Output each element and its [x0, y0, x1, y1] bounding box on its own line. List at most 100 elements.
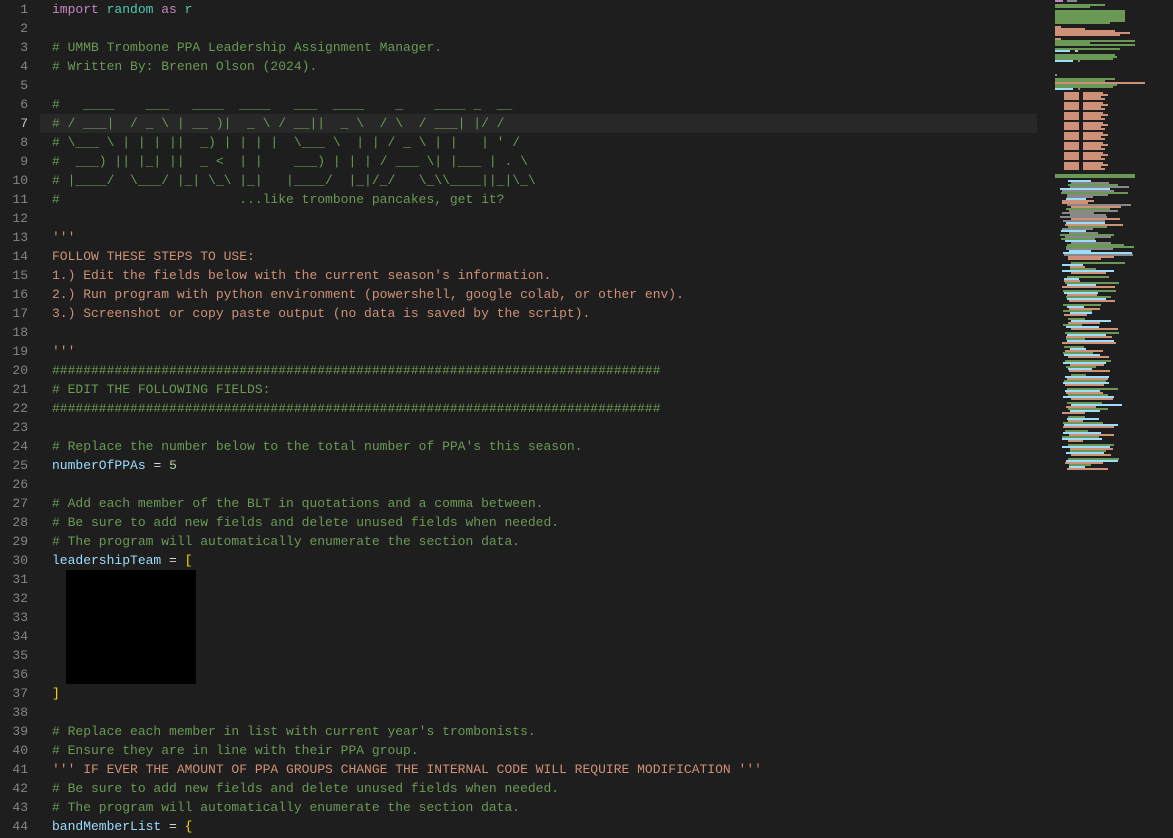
line-number-gutter[interactable]: 1234567891011121314151617181920212223242… [0, 0, 40, 838]
line-number: 5 [0, 76, 28, 95]
code-line[interactable]: ########################################… [52, 399, 1053, 418]
line-number: 8 [0, 133, 28, 152]
code-token: = [169, 819, 177, 834]
code-line[interactable]: FOLLOW THESE STEPS TO USE: [52, 247, 1053, 266]
code-line[interactable]: ''' IF EVER THE AMOUNT OF PPA GROUPS CHA… [52, 760, 1053, 779]
code-token: # Replace the number below to the total … [52, 439, 583, 454]
line-number: 13 [0, 228, 28, 247]
line-number: 23 [0, 418, 28, 437]
code-line[interactable] [52, 646, 1053, 665]
code-line[interactable]: leadershipTeam = [ [52, 551, 1053, 570]
code-line[interactable]: 3.) Screenshot or copy paste output (no … [52, 304, 1053, 323]
line-number: 20 [0, 361, 28, 380]
line-number: 41 [0, 760, 28, 779]
code-line[interactable]: # Add each member of the BLT in quotatio… [52, 494, 1053, 513]
line-number: 15 [0, 266, 28, 285]
code-line[interactable]: bandMemberList = { [52, 817, 1053, 836]
line-number: 18 [0, 323, 28, 342]
code-line[interactable]: # Be sure to add new fields and delete u… [52, 779, 1053, 798]
line-number: 35 [0, 646, 28, 665]
line-number: 40 [0, 741, 28, 760]
code-line[interactable] [52, 627, 1053, 646]
code-line[interactable]: 1.) Edit the fields below with the curre… [52, 266, 1053, 285]
minimap[interactable] [1053, 0, 1173, 838]
code-token: # Written By: Brenen Olson (2024). [52, 59, 317, 74]
code-line[interactable]: # ...like trombone pancakes, get it? [52, 190, 1053, 209]
code-line[interactable] [52, 665, 1053, 684]
code-token: ''' [52, 230, 75, 245]
code-token: # EDIT THE FOLLOWING FIELDS: [52, 382, 270, 397]
line-number: 2 [0, 19, 28, 38]
code-line[interactable]: # \___ \ | | | || _) | | | | \___ \ | | … [52, 133, 1053, 152]
code-line[interactable]: # UMMB Trombone PPA Leadership Assignmen… [52, 38, 1053, 57]
code-line[interactable]: ########################################… [52, 361, 1053, 380]
code-line[interactable]: # Written By: Brenen Olson (2024). [52, 57, 1053, 76]
code-line[interactable]: # The program will automatically enumera… [52, 798, 1053, 817]
code-line[interactable] [52, 418, 1053, 437]
code-content[interactable]: import random as r # UMMB Trombone PPA Le… [40, 0, 1053, 838]
line-number: 27 [0, 494, 28, 513]
code-token: ########################################… [52, 363, 661, 378]
code-token: import [52, 2, 99, 17]
code-line[interactable]: # Ensure they are in line with their PPA… [52, 741, 1053, 760]
line-number: 38 [0, 703, 28, 722]
code-token: # UMMB Trombone PPA Leadership Assignmen… [52, 40, 442, 55]
line-number: 3 [0, 38, 28, 57]
code-line[interactable] [52, 76, 1053, 95]
line-number: 42 [0, 779, 28, 798]
code-token [161, 458, 169, 473]
code-editor: 1234567891011121314151617181920212223242… [0, 0, 1173, 838]
line-number: 21 [0, 380, 28, 399]
line-number: 30 [0, 551, 28, 570]
line-number: 36 [0, 665, 28, 684]
code-line[interactable]: import random as r [52, 0, 1053, 19]
line-number: 37 [0, 684, 28, 703]
code-line[interactable]: ''' [52, 228, 1053, 247]
code-line[interactable]: 2.) Run program with python environment … [52, 285, 1053, 304]
code-token: # / ___| / _ \ | __ )| _ \ / __|| _ \ / … [52, 116, 504, 131]
code-area[interactable]: 1234567891011121314151617181920212223242… [0, 0, 1053, 838]
line-number: 39 [0, 722, 28, 741]
code-token: # |____/ \___/ |_| \_\ |_| |____/ |_|/_/… [52, 173, 536, 188]
code-token: bandMemberList [52, 819, 161, 834]
code-line[interactable] [52, 323, 1053, 342]
line-number: 31 [0, 570, 28, 589]
code-token: # ___) || |_| || _ < | | ___) | | | / __… [52, 154, 528, 169]
line-number: 1 [0, 0, 28, 19]
code-token: { [185, 819, 193, 834]
code-line[interactable] [52, 608, 1053, 627]
code-token: 3.) Screenshot or copy paste output (no … [52, 306, 590, 321]
code-line[interactable] [52, 570, 1053, 589]
code-line[interactable] [52, 703, 1053, 722]
code-line[interactable]: # / ___| / _ \ | __ )| _ \ / __|| _ \ / … [40, 114, 1037, 133]
code-line[interactable]: numberOfPPAs = 5 [52, 456, 1053, 475]
line-number: 26 [0, 475, 28, 494]
line-number: 12 [0, 209, 28, 228]
code-token: ] [52, 686, 60, 701]
code-token: numberOfPPAs [52, 458, 146, 473]
code-line[interactable]: # Be sure to add new fields and delete u… [52, 513, 1053, 532]
code-line[interactable]: ] [52, 684, 1053, 703]
code-token: # Be sure to add new fields and delete u… [52, 515, 559, 530]
code-line[interactable]: # ____ ___ ____ ____ ___ ____ _ ____ _ _… [52, 95, 1053, 114]
code-line[interactable]: # The program will automatically enumera… [52, 532, 1053, 551]
code-line[interactable]: # EDIT THE FOLLOWING FIELDS: [52, 380, 1053, 399]
code-line[interactable] [52, 209, 1053, 228]
code-line[interactable]: # |____/ \___/ |_| \_\ |_| |____/ |_|/_/… [52, 171, 1053, 190]
code-line[interactable] [52, 475, 1053, 494]
line-number: 33 [0, 608, 28, 627]
code-line[interactable]: # Replace the number below to the total … [52, 437, 1053, 456]
line-number: 44 [0, 817, 28, 836]
code-token: # \___ \ | | | || _) | | | | \___ \ | | … [52, 135, 520, 150]
code-line[interactable] [52, 589, 1053, 608]
line-number: 19 [0, 342, 28, 361]
code-line[interactable]: # ___) || |_| || _ < | | ___) | | | / __… [52, 152, 1053, 171]
code-line[interactable] [52, 19, 1053, 38]
code-token: FOLLOW THESE STEPS TO USE: [52, 249, 255, 264]
code-token: [ [185, 553, 193, 568]
code-token: ''' [52, 344, 75, 359]
code-token: ''' IF EVER THE AMOUNT OF PPA GROUPS CHA… [52, 762, 762, 777]
code-line[interactable]: # Replace each member in list with curre… [52, 722, 1053, 741]
code-token: as [161, 2, 177, 17]
code-line[interactable]: ''' [52, 342, 1053, 361]
